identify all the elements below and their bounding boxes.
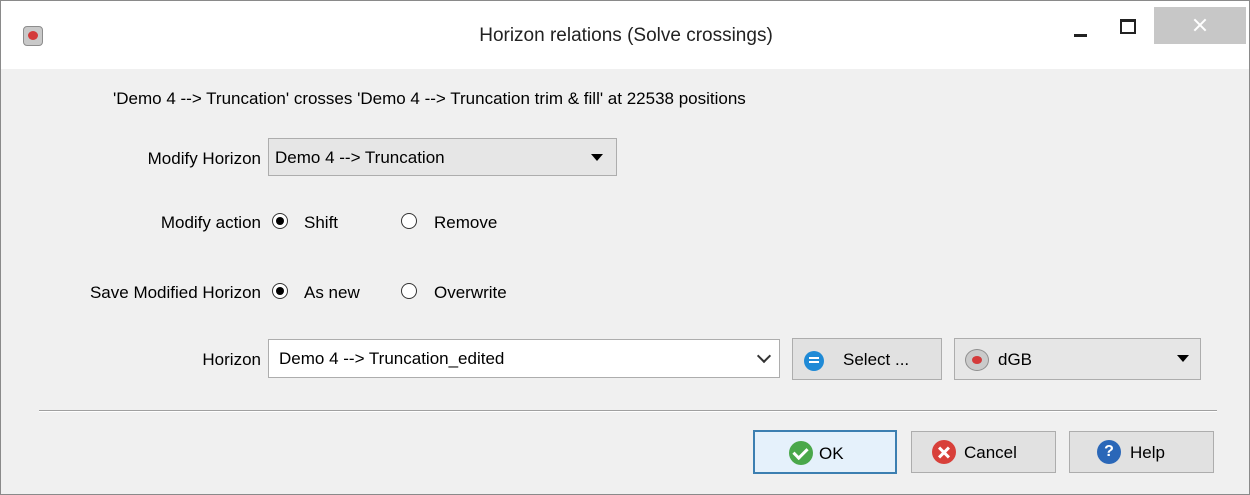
modify-horizon-value: Demo 4 --> Truncation bbox=[275, 148, 445, 167]
as-new-radio[interactable] bbox=[272, 283, 288, 299]
title-bar[interactable]: Horizon relations (Solve crossings) bbox=[1, 1, 1249, 69]
minimize-button[interactable] bbox=[1059, 9, 1105, 45]
help-button[interactable]: ? Help bbox=[1069, 431, 1214, 473]
modify-horizon-label: Modify Horizon bbox=[147, 149, 261, 168]
survey-value: dGB bbox=[998, 350, 1033, 369]
x-circle-icon bbox=[932, 440, 956, 464]
overwrite-radio[interactable] bbox=[401, 283, 417, 299]
ok-button[interactable]: OK bbox=[753, 430, 897, 474]
dialog-window: Horizon relations (Solve crossings) 'Dem… bbox=[0, 0, 1250, 495]
separator bbox=[39, 410, 1217, 412]
close-button[interactable] bbox=[1154, 7, 1246, 44]
database-icon bbox=[804, 351, 824, 371]
chevron-down-icon bbox=[756, 348, 772, 364]
remove-radio[interactable] bbox=[401, 213, 417, 229]
horizon-name-value: Demo 4 --> Truncation_edited bbox=[279, 349, 505, 368]
shift-radio[interactable] bbox=[272, 213, 288, 229]
select-button-label: Select ... bbox=[843, 350, 910, 369]
save-modified-label: Save Modified Horizon bbox=[89, 283, 261, 302]
cancel-button-label: Cancel bbox=[964, 443, 1017, 462]
horizon-label: Horizon bbox=[202, 350, 261, 369]
ok-button-label: OK bbox=[819, 444, 844, 463]
help-button-label: Help bbox=[1130, 443, 1165, 462]
chevron-down-icon bbox=[591, 154, 603, 161]
shift-radio-label[interactable]: Shift bbox=[304, 213, 338, 233]
modify-horizon-dropdown[interactable]: Demo 4 --> Truncation bbox=[268, 138, 617, 176]
chevron-down-icon bbox=[1177, 355, 1189, 362]
remove-radio-label[interactable]: Remove bbox=[434, 213, 497, 233]
crossing-message: 'Demo 4 --> Truncation' crosses 'Demo 4 … bbox=[113, 89, 746, 108]
maximize-button[interactable] bbox=[1107, 9, 1153, 45]
dgb-logo-icon bbox=[965, 349, 989, 371]
survey-dropdown[interactable]: dGB bbox=[954, 338, 1201, 380]
overwrite-radio-label[interactable]: Overwrite bbox=[434, 283, 507, 303]
as-new-radio-label[interactable]: As new bbox=[304, 283, 360, 303]
check-circle-icon bbox=[789, 441, 813, 465]
select-button[interactable]: Select ... bbox=[792, 338, 942, 380]
horizon-name-combobox[interactable]: Demo 4 --> Truncation_edited bbox=[268, 339, 780, 378]
question-circle-icon: ? bbox=[1097, 440, 1121, 464]
modify-action-label: Modify action bbox=[160, 213, 261, 232]
cancel-button[interactable]: Cancel bbox=[911, 431, 1056, 473]
